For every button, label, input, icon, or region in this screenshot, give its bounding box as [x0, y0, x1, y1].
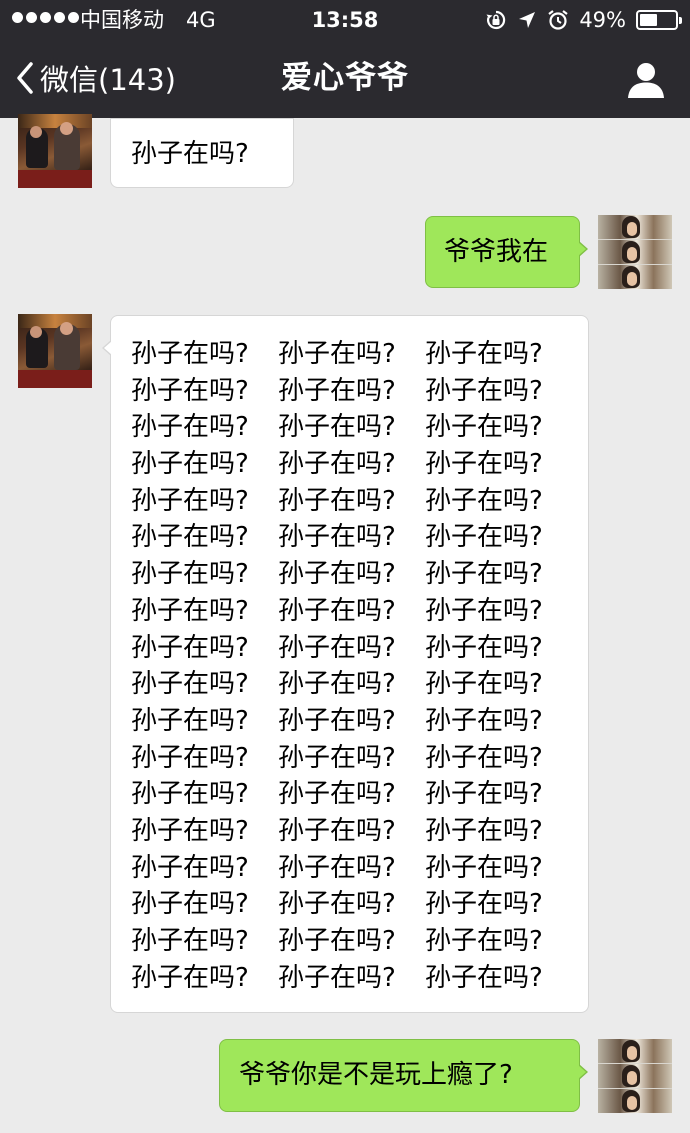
message-text-block: 孙子在吗? 孙子在吗? 孙子在吗? 孙子在吗? 孙子在吗? 孙子在吗? 孙子在吗? 孙子在吗?…: [131, 336, 572, 996]
battery-level-fill: [640, 14, 657, 26]
message-text-segment: 孙子在吗?: [131, 705, 249, 736]
message-text-segment: 孙子在吗?: [131, 962, 249, 993]
message-text-segment: 孙子在吗?: [131, 559, 249, 590]
message-text-segment: 孙子在吗?: [278, 926, 396, 956]
message-text-segment: 孙子在吗?: [131, 669, 249, 700]
message-text-segment: 孙子在吗?: [278, 815, 396, 846]
message-text-segment: 孙子在吗?: [131, 779, 249, 810]
message-text: 爷爷我在: [444, 237, 549, 267]
message-text-segment: 孙子在吗?: [278, 339, 396, 369]
message-text-segment: 孙子在吗?: [425, 595, 543, 626]
sent-message-bubble[interactable]: 爷爷你是不是玩上瘾了?: [219, 1039, 588, 1112]
message-text-segment: 孙子在吗?: [425, 632, 543, 663]
message-text-segment: 孙子在吗?: [425, 559, 543, 590]
message-text-segment: 孙子在吗?: [278, 632, 396, 663]
message-text-segment: 孙子在吗?: [131, 449, 249, 480]
message-text-segment: 孙子在吗?: [131, 926, 249, 956]
avatar[interactable]: [598, 215, 672, 289]
chat-screen: 中国移动 4G 13:58 49% 微信(143) 爱心爷爷 孙子在吗? 爷爷我…: [0, 0, 690, 1133]
message-text-segment: 孙子在吗?: [425, 742, 543, 773]
message-text-segment: 孙子在吗?: [278, 852, 396, 883]
message-text-segment: 孙子在吗?: [278, 559, 396, 590]
message-text-segment: 孙子在吗?: [278, 595, 396, 626]
message-text-segment: 孙子在吗?: [425, 485, 543, 516]
message-text-segment: 孙子在吗?: [131, 375, 249, 406]
message-text-segment: 孙子在吗?: [131, 742, 249, 773]
sent-message-bubble[interactable]: 爷爷我在: [425, 216, 588, 288]
message-text-segment: 孙子在吗?: [278, 449, 396, 480]
message-text-segment: 孙子在吗?: [425, 779, 543, 810]
message-text-segment: 孙子在吗?: [278, 412, 396, 443]
status-right-group: 49%: [485, 6, 682, 34]
battery-icon: [636, 10, 682, 30]
message-text-segment: 孙子在吗?: [278, 889, 396, 920]
avatar[interactable]: [598, 1039, 672, 1113]
message-text-segment: 孙子在吗?: [425, 449, 543, 480]
message-text-segment: 孙子在吗?: [425, 852, 543, 883]
person-icon: [628, 63, 664, 98]
message-text-segment: 孙子在吗?: [131, 339, 249, 369]
message-text: 爷爷你是不是玩上瘾了?: [239, 1060, 513, 1090]
message-text-segment: 孙子在吗?: [425, 815, 543, 846]
message-text-segment: 孙子在吗?: [425, 339, 543, 369]
message-text-segment: 孙子在吗?: [278, 375, 396, 406]
message-text-segment: 孙子在吗?: [131, 595, 249, 626]
message-text-segment: 孙子在吗?: [131, 815, 249, 846]
message-text-segment: 孙子在吗?: [425, 889, 543, 920]
message-text-segment: 孙子在吗?: [425, 962, 543, 993]
message-text: 孙子在吗?: [131, 139, 249, 169]
message-text-segment: 孙子在吗?: [131, 852, 249, 883]
message-text-segment: 孙子在吗?: [278, 705, 396, 736]
chat-info-button[interactable]: [626, 60, 666, 100]
message-text-segment: 孙子在吗?: [425, 412, 543, 443]
message-text-segment: 孙子在吗?: [131, 522, 249, 553]
message-text-segment: 孙子在吗?: [425, 669, 543, 700]
avatar[interactable]: [18, 114, 92, 188]
message-text-segment: 孙子在吗?: [278, 742, 396, 773]
message-text-segment: 孙子在吗?: [131, 412, 249, 443]
message-text-segment: 孙子在吗?: [278, 669, 396, 700]
message-text-segment: 孙子在吗?: [131, 889, 249, 920]
message-text-segment: 孙子在吗?: [131, 632, 249, 663]
rotation-lock-icon: [486, 10, 506, 30]
battery-percent: 49%: [579, 8, 626, 32]
location-arrow-icon: [519, 12, 536, 28]
message-text-segment: 孙子在吗?: [278, 522, 396, 553]
message-text-segment: 孙子在吗?: [278, 485, 396, 516]
received-message-bubble[interactable]: 孙子在吗? 孙子在吗? 孙子在吗? 孙子在吗? 孙子在吗? 孙子在吗? 孙子在吗? 孙子在吗?…: [102, 315, 589, 1013]
message-text-segment: 孙子在吗?: [425, 926, 543, 956]
alarm-icon: [548, 10, 568, 30]
received-message-bubble[interactable]: 孙子在吗?: [110, 118, 294, 188]
chat-title: 爱心爷爷: [281, 60, 409, 96]
message-text-segment: 孙子在吗?: [425, 375, 543, 406]
message-text-segment: 孙子在吗?: [425, 705, 543, 736]
avatar[interactable]: [18, 314, 92, 388]
top-bar: 中国移动 4G 13:58 49% 微信(143) 爱心爷爷: [0, 0, 690, 118]
message-text-segment: 孙子在吗?: [278, 779, 396, 810]
message-text-segment: 孙子在吗?: [425, 522, 543, 553]
message-text-segment: 孙子在吗?: [131, 485, 249, 516]
message-text-segment: 孙子在吗?: [278, 962, 396, 993]
